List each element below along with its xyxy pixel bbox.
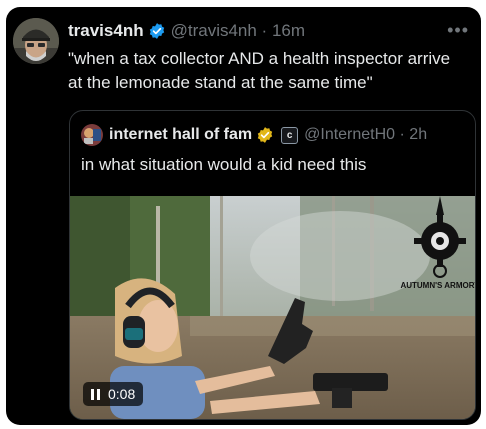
tweet-header: travis4nh @travis4nh · 16m ••• <box>68 19 469 43</box>
affiliate-badge-icon[interactable]: c <box>281 126 299 144</box>
video-time: 0:08 <box>108 386 136 402</box>
tweet-card[interactable]: travis4nh @travis4nh · 16m ••• "when a t… <box>6 7 481 425</box>
verified-gold-badge-icon <box>257 127 273 143</box>
verified-badge-icon <box>149 23 164 39</box>
quoted-tweet-text: in what situation would a kid need this <box>81 155 367 174</box>
watermark-text: AUTUMN'S ARMORY <box>400 281 475 290</box>
author-display-name[interactable]: travis4nh <box>68 21 144 41</box>
quoted-author-avatar[interactable] <box>81 124 103 146</box>
pause-icon[interactable] <box>91 388 100 400</box>
author-avatar[interactable] <box>13 18 59 64</box>
quoted-author-display-name[interactable]: internet hall of fam <box>109 126 252 144</box>
quoted-tweet[interactable]: internet hall of fam c @InternetH0 · 2h … <box>69 110 476 420</box>
quoted-tweet-header: internet hall of fam c @InternetH0 · 2h <box>81 123 467 147</box>
more-icon[interactable]: ••• <box>447 20 469 41</box>
tweet-text: "when a tax collector AND a health inspe… <box>68 49 451 92</box>
video-player[interactable]: AUTUMN'S ARMORY 0:08 <box>70 196 475 419</box>
video-timestamp-pill[interactable]: 0:08 <box>83 382 144 406</box>
author-handle-time[interactable]: @travis4nh · 16m <box>171 21 305 41</box>
quoted-author-handle-time[interactable]: @InternetH0 · 2h <box>304 126 427 144</box>
